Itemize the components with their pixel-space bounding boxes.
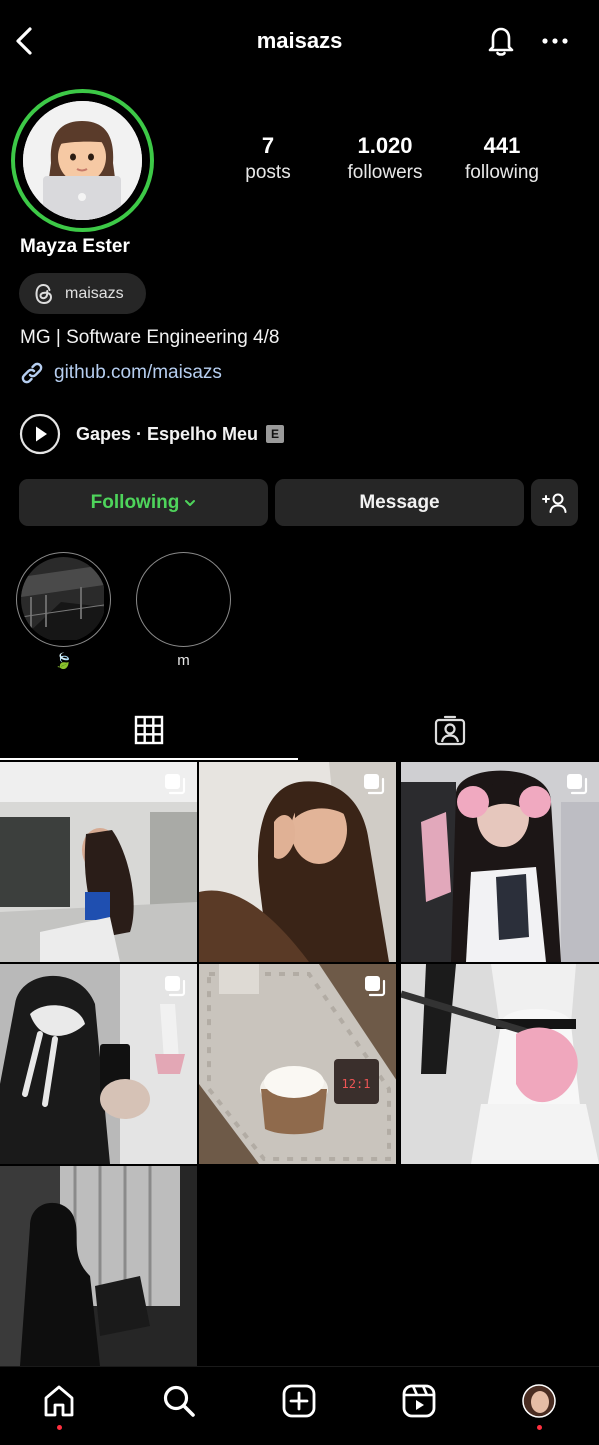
- bell-icon[interactable]: [484, 22, 518, 58]
- tab-tagged[interactable]: [300, 700, 599, 760]
- stat-posts[interactable]: 7 posts: [208, 133, 328, 187]
- bottom-nav: [0, 1366, 599, 1445]
- profile-avatar: [23, 101, 142, 220]
- stat-following[interactable]: 441 following: [442, 133, 562, 187]
- post-thumbnail[interactable]: [401, 964, 599, 1164]
- home-icon: [41, 1383, 77, 1419]
- post-thumbnail[interactable]: [0, 964, 197, 1164]
- nav-profile[interactable]: [519, 1381, 559, 1421]
- nav-home[interactable]: [39, 1381, 79, 1421]
- display-name: Mayza Ester: [20, 236, 130, 257]
- stat-value: 1.020: [357, 133, 413, 158]
- bio-link[interactable]: github.com/maisazs: [19, 360, 222, 386]
- story-highlight[interactable]: 🍃: [16, 552, 111, 672]
- multiple-photos-icon: [163, 974, 187, 998]
- nav-reels[interactable]: [399, 1381, 439, 1421]
- tab-posts-grid[interactable]: [0, 700, 298, 760]
- tagged-icon: [433, 714, 467, 746]
- highlight-cover: [16, 552, 111, 647]
- multiple-photos-icon: [362, 772, 386, 796]
- music-title: Gapes · Espelho Meu: [76, 423, 259, 444]
- chevron-down-icon: [184, 498, 196, 508]
- post-thumbnail[interactable]: [199, 762, 396, 962]
- suggest-users-button[interactable]: [531, 479, 578, 526]
- bio-text: MG | Software Engineering 4/8: [20, 327, 280, 348]
- stat-label: posts: [245, 162, 291, 183]
- profile-notification-dot: [537, 1425, 542, 1430]
- post-thumbnail[interactable]: [401, 762, 599, 962]
- top-bar: maisazs: [0, 0, 599, 82]
- highlight-label: 🍃: [54, 653, 73, 670]
- add-user-icon: [541, 492, 568, 514]
- story-highlight[interactable]: m: [136, 552, 231, 672]
- explicit-badge: E: [266, 425, 285, 443]
- multiple-photos-icon: [163, 772, 187, 796]
- post-thumbnail[interactable]: 12:1: [199, 964, 396, 1164]
- message-label: Message: [359, 491, 440, 513]
- highlight-cover: [136, 552, 231, 647]
- nav-create[interactable]: [279, 1381, 319, 1421]
- profile-music[interactable]: Gapes · Espelho Meu E: [19, 413, 285, 455]
- grid-icon: [134, 715, 164, 745]
- play-icon[interactable]: [19, 413, 61, 455]
- multiple-photos-icon: [565, 772, 589, 796]
- highlight-label: m: [177, 652, 190, 669]
- more-options-icon[interactable]: [540, 30, 570, 52]
- stat-label: following: [465, 162, 539, 183]
- message-button[interactable]: Message: [275, 479, 524, 526]
- post-thumbnail[interactable]: [0, 1166, 197, 1366]
- profile-avatar-story-ring[interactable]: [11, 89, 154, 232]
- reels-icon: [401, 1383, 437, 1419]
- threads-badge[interactable]: maisazs: [19, 273, 146, 314]
- threads-icon: [34, 283, 54, 305]
- multiple-photos-icon: [363, 974, 387, 998]
- stat-followers[interactable]: 1.020 followers: [325, 133, 445, 187]
- link-icon: [19, 360, 45, 386]
- following-button[interactable]: Following: [19, 479, 268, 526]
- stat-value: 7: [261, 133, 275, 158]
- profile-avatar-icon: [521, 1383, 557, 1419]
- bio-link-text: github.com/maisazs: [54, 362, 222, 383]
- post-thumbnail[interactable]: [0, 762, 197, 962]
- search-icon: [161, 1383, 197, 1419]
- stat-label: followers: [347, 162, 423, 183]
- nav-search[interactable]: [159, 1381, 199, 1421]
- back-arrow-icon[interactable]: [10, 24, 40, 58]
- stat-value: 441: [483, 133, 521, 158]
- threads-handle: maisazs: [65, 284, 124, 302]
- active-tab-indicator: [0, 758, 298, 760]
- following-label: Following: [90, 491, 180, 513]
- create-icon: [281, 1383, 317, 1419]
- home-notification-dot: [57, 1425, 62, 1430]
- svg-text:12:1: 12:1: [342, 1077, 371, 1091]
